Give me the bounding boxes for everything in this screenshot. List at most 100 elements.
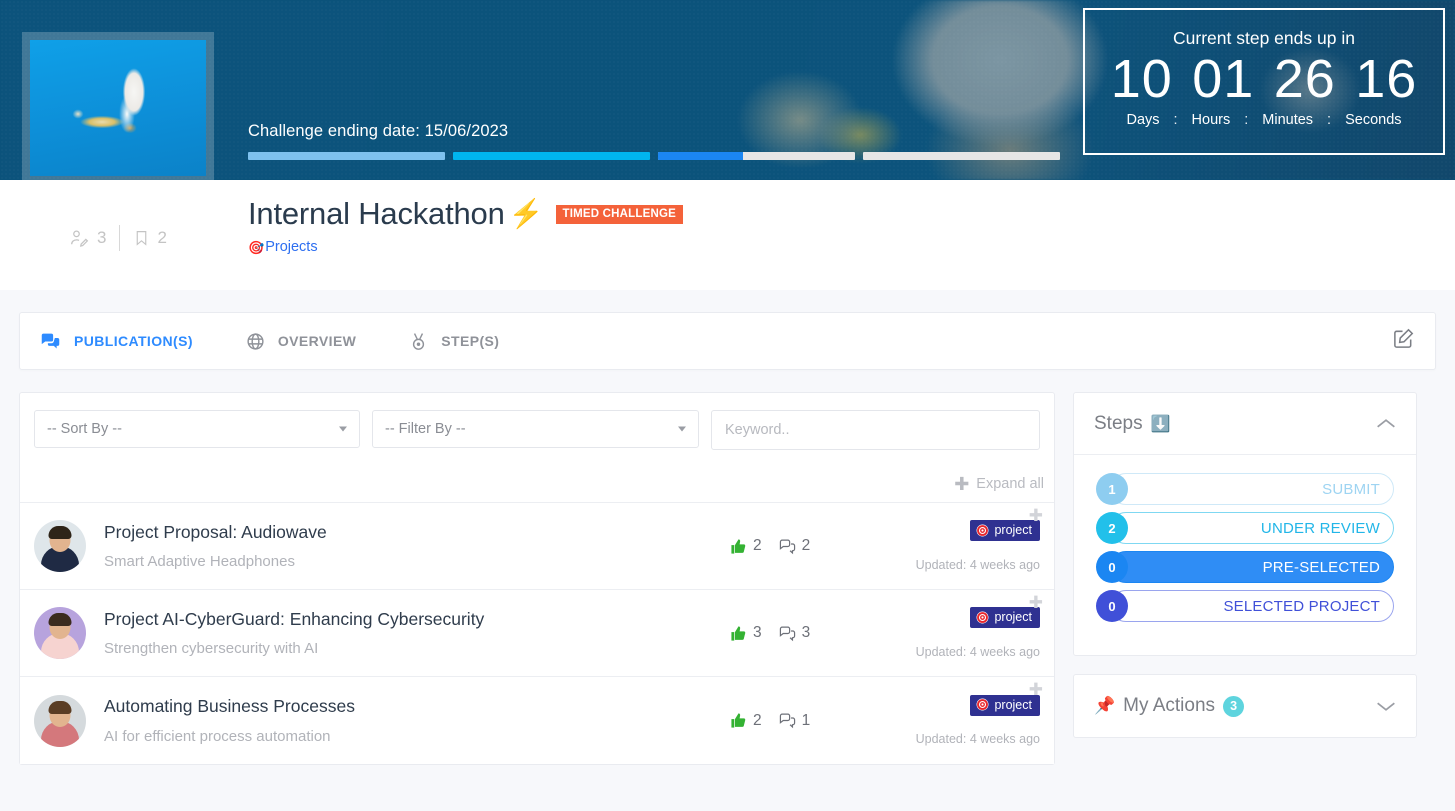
like-metric[interactable]: 2 [730,712,762,730]
target-icon [977,611,989,624]
avatar-hair [48,526,72,539]
lightbulb-thumbnail-image [30,40,206,176]
avatar [34,607,86,659]
countdown-seconds-label: Seconds [1345,111,1402,128]
target-icon [977,698,989,711]
publication-row[interactable]: ✚ Automating Business Processes AI for eff… [20,677,1054,764]
publication-row[interactable]: ✚ Project Proposal: Audiowave Smart Adapti… [20,503,1054,590]
filter-by-select[interactable]: -- Filter By -- [372,410,699,448]
like-metric[interactable]: 3 [730,624,762,642]
category-link[interactable]: Projects [265,239,317,255]
tab-overview-label: OVERVIEW [277,333,357,349]
bookmarks-count: 2 [157,228,167,247]
publication-metrics: 22 [730,537,880,555]
step-count: 1 [1108,481,1116,497]
countdown-hours-value: 01 [1192,49,1255,109]
project-badge-label: project [994,610,1032,625]
tab-bar: PUBLICATION(S) OVERVIEW STEP(S) [19,312,1436,370]
step-row[interactable]: UNDER REVIEW 2 [1096,512,1394,544]
participants-stat[interactable]: 3 [68,228,106,248]
step-bar: UNDER REVIEW [1110,512,1394,544]
countdown-separator-3: : [1327,111,1332,128]
publications-list: ✚ Project Proposal: Audiowave Smart Adapti… [20,502,1054,764]
chevron-down-icon [339,426,347,432]
tab-overview[interactable]: OVERVIEW [246,332,356,351]
publication-title[interactable]: Automating Business Processes [104,696,720,718]
expand-all-label: Expand all [976,476,1044,492]
comments-icon [41,333,60,348]
publication-updated: Updated: 4 weeks ago [915,732,1040,747]
hero-banner: Challenge ending date: 15/06/2023 Curren… [0,0,1455,180]
countdown-minutes-value: 26 [1273,49,1336,109]
target-icon: 🎯 [248,239,265,255]
publication-title[interactable]: Project Proposal: Audiowave [104,522,720,544]
keyword-search-input[interactable] [711,410,1040,450]
chevron-down-icon[interactable] [1376,700,1396,713]
countdown-seconds-value: 16 [1355,49,1418,109]
countdown-hours-label: Hours [1191,111,1231,128]
step-row[interactable]: SELECTED PROJECT 0 [1096,590,1394,622]
step-row[interactable]: PRE-SELECTED 0 [1096,551,1394,583]
comment-metric[interactable]: 1 [779,711,811,730]
bookmark-icon [137,231,147,246]
comment-metric[interactable]: 3 [779,624,811,642]
comment-metric[interactable]: 2 [779,537,811,555]
tab-publications[interactable]: PUBLICATION(S) [40,331,193,352]
like-metric[interactable]: 2 [730,537,762,555]
sidebar-column: Steps ⬇️ SUBMIT 1 UNDER REVIEW 2 PRE-SELECTE… [1073,392,1417,738]
submit-progress [248,152,445,160]
countdown-title: Current step ends up in [1173,28,1355,48]
step-row[interactable]: SUBMIT 1 [1096,473,1394,505]
title-row: Internal Hackathon ⚡ TIMED CHALLENGE [248,196,684,232]
category-row[interactable]: 🎯 Projects [248,239,683,255]
sort-by-select[interactable]: -- Sort By -- [34,410,360,448]
step-bar: SELECTED PROJECT [1110,590,1394,622]
page-title: Internal Hackathon [248,196,505,231]
medal-icon [413,332,425,350]
challenge-title-bar: 3 2 Internal Hackathon ⚡ TIMED CHALLENGE… [0,180,1455,290]
avatar [34,520,86,572]
pre-selected-progress [658,152,855,160]
countdown-minutes-label: Minutes [1262,111,1314,128]
publication-row[interactable]: ✚ Project AI-CyberGuard: Enhancing Cybers… [20,590,1054,677]
target-icon [977,524,989,537]
under-review-progress-fill [453,152,650,160]
my-actions-header[interactable]: 📌 My Actions 3 [1074,675,1416,737]
step-count-bubble: 2 [1096,512,1128,544]
globe-icon [247,332,264,350]
steps-panel-title-text: Steps [1094,412,1143,434]
step-count: 0 [1108,559,1116,575]
plus-icon: ✚ [954,474,970,494]
comment-count: 1 [801,711,811,729]
expand-row-icon[interactable]: ✚ [1029,681,1043,698]
tab-steps[interactable]: STEP(S) [409,331,499,352]
step-count: 0 [1108,598,1116,614]
selected-project-progress [863,152,1060,160]
publication-text: Automating Business Processes AI for effi… [104,696,720,745]
down-arrow-icon: ⬇️ [1150,415,1171,433]
comment-count: 2 [801,537,811,554]
expand-row-icon[interactable]: ✚ [1029,507,1043,524]
steps-panel: Steps ⬇️ SUBMIT 1 UNDER REVIEW 2 PRE-SELECTE… [1073,392,1417,656]
countdown-separator-1: : [1173,111,1178,128]
steps-list: SUBMIT 1 UNDER REVIEW 2 PRE-SELECTED 0 SELECTE… [1074,455,1416,655]
comments-icon [779,713,795,729]
step-count-bubble: 0 [1096,551,1128,583]
edit-challenge-button[interactable] [1392,327,1415,355]
steps-panel-header[interactable]: Steps ⬇️ [1074,393,1416,455]
chevron-up-icon[interactable] [1376,417,1396,430]
comment-count: 3 [801,624,811,641]
bookmarks-stat[interactable]: 2 [133,228,167,248]
publication-title[interactable]: Project AI-CyberGuard: Enhancing Cyberse… [104,609,720,631]
challenge-stats: 3 2 [68,225,167,251]
step-count-bubble: 0 [1096,590,1128,622]
tab-publications-label: PUBLICATION(S) [74,333,193,349]
publication-updated: Updated: 4 weeks ago [915,644,1040,659]
expand-all-button[interactable]: ✚ Expand all [954,475,1044,493]
expand-row-icon[interactable]: ✚ [1029,594,1043,611]
timed-challenge-badge: TIMED CHALLENGE [555,204,684,224]
edit-square-icon [1394,328,1414,348]
sort-by-value: -- Sort By -- [47,421,122,437]
tab-steps-label: STEP(S) [441,333,500,349]
page-body: PUBLICATION(S) OVERVIEW STEP(S) -- Sort … [0,290,1455,811]
